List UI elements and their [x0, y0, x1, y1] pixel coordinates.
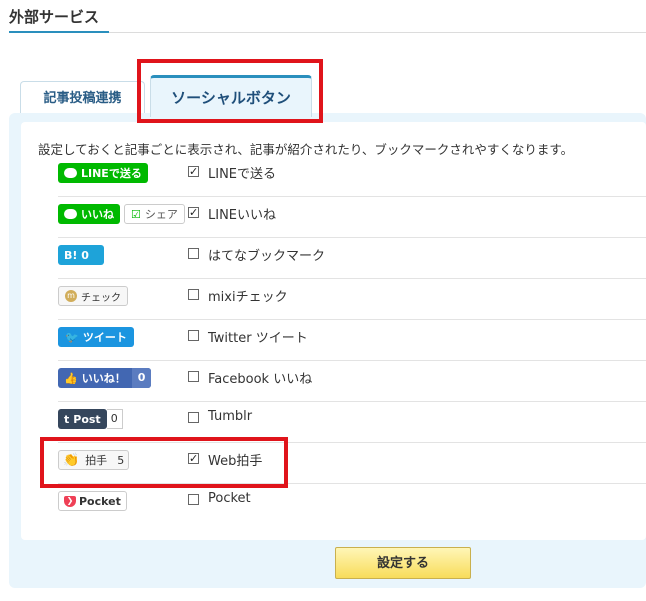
line-like-label[interactable]: LINEいいね: [208, 204, 276, 223]
title-underline: [9, 31, 109, 33]
mixi-icon: m: [65, 290, 77, 302]
row-facebook: 👍 いいね！ 0 Facebook いいね: [58, 360, 646, 402]
tumblr-count: 0: [106, 409, 123, 429]
row-mixi: m チェック mixiチェック: [58, 278, 646, 320]
tab-post-integration[interactable]: 記事投稿連携: [20, 81, 145, 115]
line-like-button-preview: いいね: [58, 204, 120, 224]
tumblr-t-icon: t: [64, 412, 70, 426]
facebook-checkbox[interactable]: [188, 371, 199, 382]
tumblr-label[interactable]: Tumblr: [208, 409, 252, 424]
line-icon: [64, 168, 77, 178]
pocket-label[interactable]: Pocket: [208, 491, 251, 506]
check-icon: ☑: [131, 207, 141, 221]
facebook-button-preview: 👍 いいね！ 0: [58, 368, 152, 388]
save-settings-button[interactable]: 設定する: [335, 547, 471, 579]
mixi-button-preview: m チェック: [58, 286, 128, 306]
row-pocket: ❯ Pocket Pocket: [58, 483, 646, 524]
twitter-button-preview: 🐦 ツイート: [58, 327, 134, 347]
hatena-checkbox[interactable]: [188, 248, 199, 259]
twitter-bird-icon: 🐦: [65, 330, 79, 344]
line-send-checkbox[interactable]: ✓: [188, 166, 199, 177]
row-twitter: 🐦 ツイート Twitter ツイート: [58, 319, 646, 361]
facebook-count: 0: [131, 368, 152, 388]
line-send-button-preview: LINEで送る: [58, 163, 148, 183]
row-hatena: B! 0 はてなブックマーク: [58, 237, 646, 279]
mixi-checkbox[interactable]: [188, 289, 199, 300]
pocket-button-preview: ❯ Pocket: [58, 491, 127, 511]
line-like-checkbox[interactable]: ✓: [188, 207, 199, 218]
pocket-icon: ❯: [64, 495, 76, 507]
line-icon: [64, 209, 77, 219]
hatena-label[interactable]: はてなブックマーク: [208, 245, 325, 264]
mixi-label[interactable]: mixiチェック: [208, 286, 288, 305]
tumblr-button-preview: t Post: [58, 409, 107, 429]
row-line-send: LINEで送る ✓ LINEで送る: [58, 155, 646, 197]
pocket-checkbox[interactable]: [188, 494, 199, 505]
twitter-checkbox[interactable]: [188, 330, 199, 341]
thumbs-up-icon: 👍: [64, 371, 78, 385]
line-share-button-preview: ☑ シェア: [124, 204, 185, 224]
tumblr-checkbox[interactable]: [188, 412, 199, 423]
row-line-like: いいね ☑ シェア ✓ LINEいいね: [58, 196, 646, 238]
highlight-tab: [137, 59, 323, 123]
line-send-label[interactable]: LINEで送る: [208, 163, 276, 182]
hatena-button-preview: B! 0: [58, 245, 104, 265]
page-title: 外部サービス: [9, 8, 100, 26]
twitter-label[interactable]: Twitter ツイート: [208, 327, 308, 346]
facebook-label[interactable]: Facebook いいね: [208, 368, 312, 387]
highlight-webclap-row: [40, 437, 288, 488]
